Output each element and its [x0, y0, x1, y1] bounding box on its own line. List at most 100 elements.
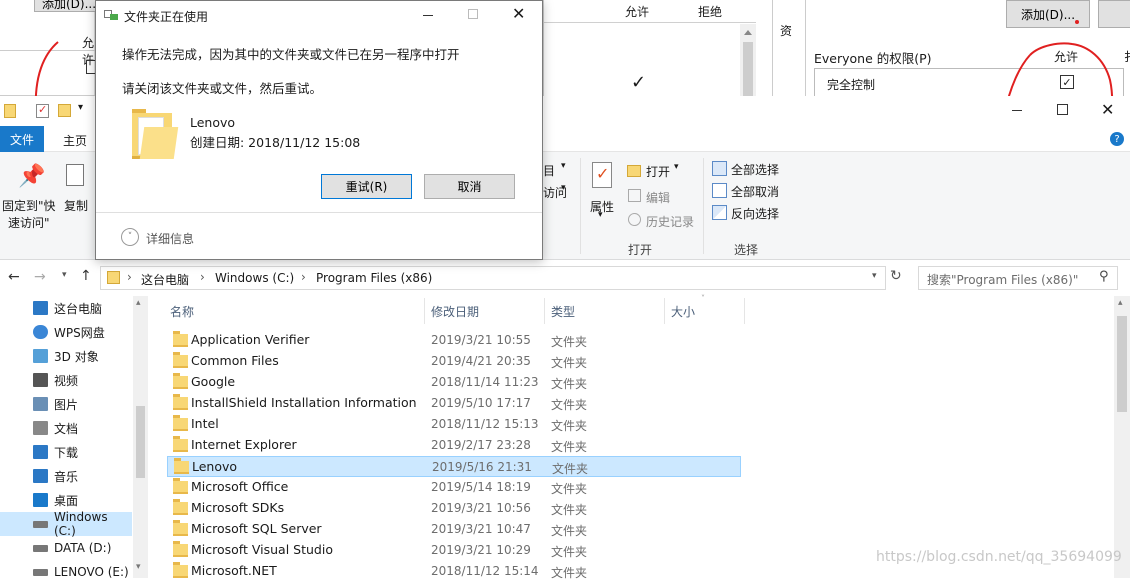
- address-dropdown-icon[interactable]: ▾: [872, 271, 877, 281]
- maximize-icon[interactable]: [1057, 104, 1068, 115]
- nav-item-label: DATA (D:): [54, 541, 112, 555]
- close-icon[interactable]: ✕: [512, 4, 525, 23]
- file-row[interactable]: InstallShield Installation Information 20…: [167, 393, 741, 414]
- nav-item[interactable]: WPS网盘: [0, 320, 132, 344]
- nav-item[interactable]: 桌面: [0, 488, 132, 512]
- breadcrumb-windows-c[interactable]: Windows (C:): [215, 271, 294, 285]
- nav-item[interactable]: LENOVO (E:): [0, 560, 132, 584]
- file-name: Google: [191, 374, 236, 389]
- chevron-down-icon[interactable]: ▾: [674, 162, 679, 172]
- refresh-icon[interactable]: ↻: [890, 268, 902, 284]
- edit-icon[interactable]: [628, 189, 641, 202]
- properties-icon[interactable]: ✓: [592, 162, 612, 188]
- history-icon[interactable]: [628, 213, 641, 226]
- nav-item[interactable]: 音乐: [0, 464, 132, 488]
- tab-file[interactable]: 文件: [0, 126, 44, 152]
- edit-label[interactable]: 编辑: [646, 189, 670, 206]
- tab-file-label: 文件: [9, 132, 34, 147]
- nav-item-label: Windows (C:): [54, 510, 108, 538]
- file-row[interactable]: Application Verifier 2019/3/21 10:55 文件夹: [167, 330, 741, 351]
- up-icon[interactable]: ↑: [80, 268, 92, 284]
- chevron-down-icon[interactable]: ▾: [561, 183, 566, 193]
- invert-selection-icon[interactable]: [712, 205, 727, 220]
- back-icon[interactable]: ←: [8, 269, 20, 285]
- close-icon[interactable]: ✕: [1101, 100, 1114, 119]
- quick-access-dropdown-icon[interactable]: ▾: [78, 102, 83, 113]
- select-none-label[interactable]: 全部取消: [731, 183, 779, 200]
- nav-item[interactable]: 下载: [0, 440, 132, 464]
- select-none-icon[interactable]: [712, 183, 727, 198]
- move-folder-icon: [104, 10, 118, 22]
- details-toggle[interactable]: 详细信息: [146, 230, 194, 247]
- scroll-thumb[interactable]: [136, 406, 145, 478]
- search-icon[interactable]: ⚲: [1099, 269, 1109, 284]
- column-header-type[interactable]: 类型: [545, 298, 665, 324]
- copy-icon[interactable]: [66, 164, 84, 186]
- minimize-icon[interactable]: [423, 15, 433, 16]
- nav-item[interactable]: DATA (D:): [0, 536, 132, 560]
- nav-item[interactable]: Windows (C:): [0, 510, 132, 538]
- pin-label-line1[interactable]: 固定到"快: [2, 197, 56, 214]
- history-label[interactable]: 历史记录: [646, 213, 694, 230]
- nav-item[interactable]: 文档: [0, 416, 132, 440]
- cancel-button[interactable]: 取消: [424, 174, 515, 199]
- open-label[interactable]: 打开: [646, 163, 670, 180]
- search-box[interactable]: 搜索"Program Files (x86)" ⚲: [918, 266, 1118, 290]
- column-header-name[interactable]: 名称: [164, 298, 425, 324]
- file-row[interactable]: Lenovo 2019/5/16 21:31 文件夹: [167, 456, 741, 477]
- select-all-label[interactable]: 全部选择: [731, 161, 779, 178]
- column-header-date[interactable]: 修改日期: [425, 298, 545, 324]
- ribbon-partial-label-1[interactable]: 目: [543, 162, 555, 179]
- scroll-thumb[interactable]: [1117, 316, 1127, 412]
- help-icon[interactable]: ?: [1110, 132, 1124, 146]
- retry-button[interactable]: 重试(R): [321, 174, 412, 199]
- breadcrumb-separator[interactable]: ›: [301, 270, 306, 284]
- copy-label[interactable]: 复制: [64, 197, 88, 214]
- expand-details-icon[interactable]: ˅: [121, 228, 139, 246]
- select-all-icon[interactable]: [712, 161, 727, 176]
- file-row[interactable]: Google 2018/11/14 11:23 文件夹: [167, 372, 741, 393]
- new-folder-icon[interactable]: [58, 104, 71, 117]
- file-date: 2019/3/21 10:56: [431, 501, 531, 515]
- file-row[interactable]: Internet Explorer 2019/2/17 23:28 文件夹: [167, 435, 741, 456]
- breadcrumb-separator[interactable]: ›: [127, 270, 132, 284]
- scroll-up-icon[interactable]: ▴: [1118, 298, 1123, 308]
- pin-label-line2[interactable]: 速访问": [8, 214, 50, 231]
- breadcrumb-separator[interactable]: ›: [200, 270, 205, 284]
- chevron-down-icon[interactable]: ▾: [561, 161, 566, 171]
- scroll-up-icon[interactable]: ▴: [136, 298, 141, 308]
- file-row[interactable]: Microsoft Visual Studio 2019/3/21 10:29 文件…: [167, 540, 741, 561]
- column-header-size[interactable]: 大小 ˅: [665, 294, 745, 324]
- nav-scrollbar[interactable]: ▴ ▾: [133, 296, 148, 578]
- pin-icon[interactable]: 📌: [18, 164, 45, 189]
- forward-icon[interactable]: →: [34, 269, 46, 285]
- file-date: 2018/11/12 15:14: [431, 564, 539, 578]
- file-date: 2019/3/21 10:47: [431, 522, 531, 536]
- open-icon[interactable]: [627, 165, 641, 177]
- file-row[interactable]: Intel 2018/11/12 15:13 文件夹: [167, 414, 741, 435]
- search-input[interactable]: 搜索"Program Files (x86)": [927, 271, 1078, 288]
- file-row[interactable]: Microsoft SQL Server 2019/3/21 10:47 文件夹: [167, 519, 741, 540]
- nav-item[interactable]: 图片: [0, 392, 132, 416]
- invert-selection-label[interactable]: 反向选择: [731, 205, 779, 222]
- nav-item-label: 音乐: [54, 469, 79, 484]
- properties-check-icon[interactable]: ✓: [36, 103, 49, 118]
- file-row[interactable]: Microsoft Office 2019/5/14 18:19 文件夹: [167, 477, 741, 498]
- nav-item[interactable]: 视频: [0, 368, 132, 392]
- file-row[interactable]: Microsoft.NET 2018/11/12 15:14 文件夹: [167, 561, 741, 582]
- breadcrumb-program-files-x86[interactable]: Program Files (x86): [316, 271, 432, 285]
- picture-icon: [33, 397, 48, 411]
- tab-home[interactable]: 主页: [63, 132, 87, 149]
- file-row[interactable]: Common Files 2019/4/21 20:35 文件夹: [167, 351, 741, 372]
- file-list-scrollbar[interactable]: ▴: [1114, 296, 1130, 578]
- address-bar[interactable]: › 这台电脑 › Windows (C:) › Program Files (x…: [100, 266, 886, 290]
- nav-item[interactable]: 这台电脑: [0, 296, 132, 320]
- breadcrumb-this-pc[interactable]: 这台电脑: [141, 271, 189, 288]
- recent-locations-icon[interactable]: ▾: [62, 270, 67, 280]
- scroll-down-icon[interactable]: ▾: [136, 562, 141, 572]
- minimize-icon[interactable]: [1012, 110, 1022, 111]
- nav-item[interactable]: 3D 对象: [0, 344, 132, 368]
- cube-icon: [33, 349, 48, 363]
- chevron-down-icon[interactable]: ▾: [598, 210, 603, 220]
- file-row[interactable]: Microsoft SDKs 2019/3/21 10:56 文件夹: [167, 498, 741, 519]
